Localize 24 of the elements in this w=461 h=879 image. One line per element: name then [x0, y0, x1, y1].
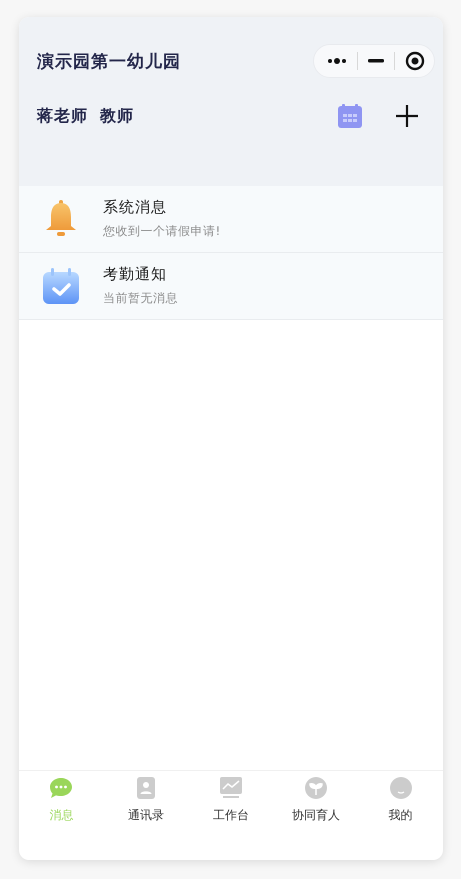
school-name: 演示园第一幼儿园	[37, 50, 181, 72]
chat-icon	[49, 777, 74, 799]
sprout-icon	[304, 777, 327, 799]
tab-item[interactable]: 我的	[358, 777, 443, 860]
message-preview: 当前暂无消息	[103, 290, 178, 307]
user-role: 教师	[100, 106, 134, 126]
message-item[interactable]: 考勤通知 当前暂无消息	[19, 253, 443, 320]
message-title: 系统消息	[103, 198, 168, 217]
add-icon[interactable]	[395, 104, 419, 128]
message-item[interactable]: 系统消息 您收到一个请假申请!	[19, 186, 443, 253]
tab-item[interactable]: 协同育人	[273, 777, 358, 860]
bell-icon	[44, 199, 78, 239]
message-title: 考勤通知	[103, 265, 168, 284]
tab-item[interactable]: 工作台	[188, 777, 274, 860]
message-preview: 您收到一个请假申请!	[103, 223, 221, 240]
face-icon	[390, 777, 412, 799]
chart-icon	[220, 777, 242, 799]
more-icon[interactable]	[327, 57, 347, 65]
calendar-check-icon	[42, 267, 80, 305]
tab-item[interactable]: 通讯录	[104, 777, 189, 860]
record-icon[interactable]	[405, 51, 425, 71]
contacts-icon	[135, 777, 158, 799]
user-name: 蒋老师	[37, 106, 88, 126]
minimize-icon[interactable]	[368, 59, 384, 63]
